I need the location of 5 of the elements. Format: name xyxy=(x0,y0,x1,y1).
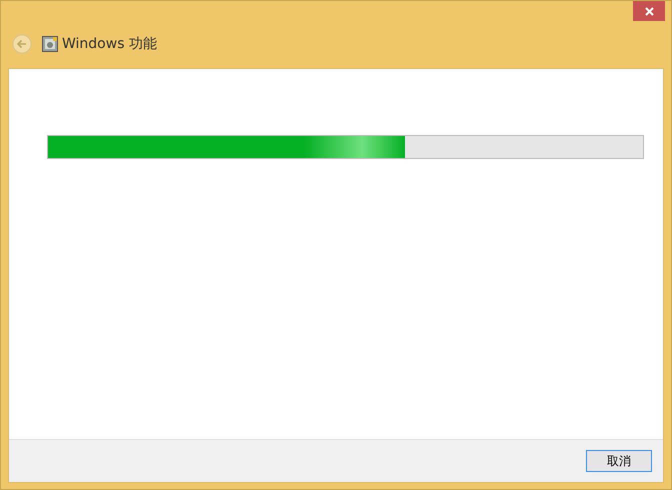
close-icon xyxy=(644,6,654,16)
close-button[interactable] xyxy=(633,1,665,21)
app-icon xyxy=(42,36,58,52)
cancel-button[interactable]: 取消 xyxy=(586,450,652,472)
window-title: Windows 功能 xyxy=(62,35,157,53)
